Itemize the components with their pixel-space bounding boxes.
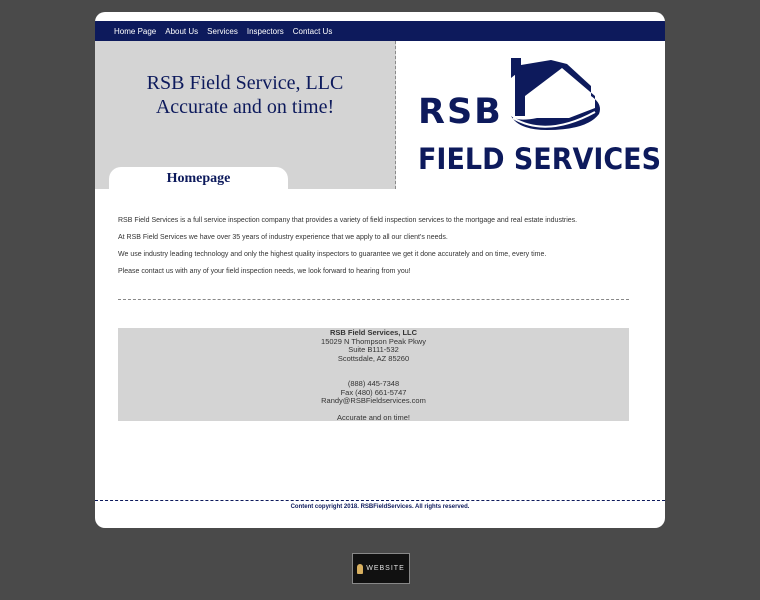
intro-paragraph: At RSB Field Services we have over 35 ye…	[118, 234, 448, 241]
nav-home-page[interactable]: Home Page	[114, 27, 156, 36]
content-divider	[118, 299, 629, 300]
badge-label: WEBSITE	[366, 565, 405, 572]
contact-email: Randy@RSBFieldservices.com	[321, 396, 426, 405]
footer-divider	[95, 500, 665, 501]
intro-content: RSB Field Services is a full service ins…	[118, 216, 628, 284]
page-container: Home Page About Us Services Inspectors C…	[95, 12, 665, 528]
footer-copyright: Content copyright 2018. RSBFieldServices…	[290, 504, 470, 510]
logo-text-rsb: RSB	[418, 92, 503, 132]
contact-address-line: Scottsdale, AZ 85260	[337, 353, 410, 363]
logo-text-field-services: FIELD SERVICES	[418, 142, 662, 176]
hero-title: RSB Field Service, LLC Accurate and on t…	[95, 71, 395, 119]
top-nav: Home Page About Us Services Inspectors C…	[95, 21, 665, 41]
website-builder-badge[interactable]: WEBSITE	[352, 553, 410, 584]
intro-paragraph: We use industry leading technology and o…	[118, 251, 547, 258]
nav-contact-us[interactable]: Contact Us	[293, 27, 333, 36]
nav-services[interactable]: Services	[207, 27, 238, 36]
hero-title-line2: Accurate and on time!	[155, 96, 335, 118]
page-title: Homepage	[166, 171, 231, 186]
badge-icon	[357, 563, 364, 574]
intro-paragraph: Please contact us with any of your field…	[118, 268, 411, 275]
contact-tagline: Accurate and on time!	[337, 412, 410, 422]
contact-box: RSB Field Services, LLC 15029 N Thompson…	[118, 328, 629, 421]
intro-paragraph: RSB Field Services is a full service ins…	[118, 217, 578, 224]
hero-title-line1: RSB Field Service, LLC	[146, 72, 344, 94]
house-logo-icon	[511, 58, 600, 130]
nav-inspectors[interactable]: Inspectors	[247, 27, 284, 36]
page-title-tab: Homepage	[109, 167, 288, 189]
company-logo: RSB FIELD SERVICES	[410, 52, 665, 182]
nav-about-us[interactable]: About Us	[165, 27, 198, 36]
